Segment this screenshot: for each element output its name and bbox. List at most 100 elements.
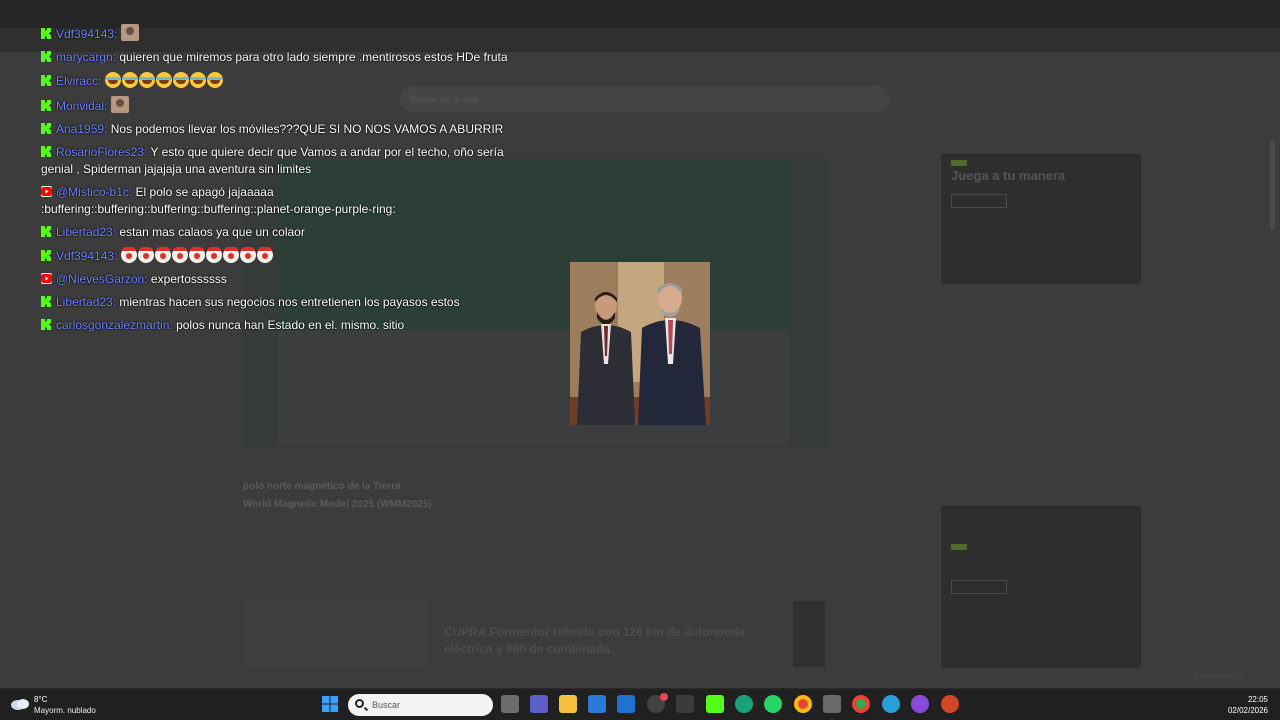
chat-message: marycargn: quieren que miremos para otro… <box>41 49 511 66</box>
chat-message: Monvidal: <box>41 96 511 115</box>
chat-text: mientras hacen sus negocios nos entretie… <box>119 295 460 309</box>
chat-message: Vdf394143: <box>41 24 511 43</box>
chat-username[interactable]: Ana1959: <box>56 122 107 136</box>
chat-username[interactable]: RosarioFlores23: <box>56 145 147 159</box>
promo-image[interactable] <box>245 601 428 667</box>
laughing-emoji-icon <box>206 72 223 88</box>
chat-username[interactable]: Libertad23: <box>56 225 116 239</box>
article-bold-term: polo norte magnético de la Tierra <box>243 481 401 492</box>
clown-emoji-icon <box>205 247 222 263</box>
microsoft-store-icon[interactable] <box>588 695 606 713</box>
page-scrollbar[interactable] <box>1270 140 1275 230</box>
kick-icon <box>41 100 51 111</box>
clown-emoji-icon <box>239 247 256 263</box>
weather-temperature: 8°C <box>34 695 48 704</box>
powerpoint-icon[interactable] <box>941 695 959 713</box>
ad-tag <box>951 160 967 166</box>
image-emote-icon <box>120 24 139 41</box>
chrome-profile-icon[interactable] <box>852 695 870 713</box>
chat-message: Vdf394143: <box>41 247 511 265</box>
clown-emoji-icon <box>120 247 137 263</box>
chat-message: RosarioFlores23: Y esto que quiere decir… <box>41 144 511 178</box>
edge-icon[interactable] <box>735 695 753 713</box>
chat-message: carlosgonzalezmartin: polos nunca han Es… <box>41 317 511 334</box>
ad-button[interactable] <box>951 194 1007 208</box>
laughing-emoji-icon <box>104 72 121 88</box>
chat-text: estan mas calaos ya que un colaor <box>119 225 305 239</box>
sidebar-ad[interactable]: Juega a tu manera <box>941 154 1141 284</box>
kick-icon <box>41 51 51 62</box>
chat-text: polos nunca han Estado en el. mismo. sit… <box>176 318 405 332</box>
chat-username[interactable]: carlosgonzalezmartin: <box>56 318 173 332</box>
whatsapp-icon[interactable] <box>764 695 782 713</box>
article-photo <box>570 262 710 425</box>
clown-emoji-icon <box>222 247 239 263</box>
notification-badge <box>660 693 668 701</box>
teams-icon[interactable] <box>530 695 548 713</box>
chat-overlay: Vdf394143: marycargn: quieren que miremo… <box>41 24 511 340</box>
chat-text: quieren que miremos para otro lado siemp… <box>119 50 508 64</box>
outlook-icon[interactable] <box>617 695 635 713</box>
app-icon[interactable] <box>823 695 841 713</box>
clown-emoji-icon <box>137 247 154 263</box>
telegram-icon[interactable] <box>882 695 900 713</box>
taskbar-search-label: Buscar <box>372 700 401 710</box>
chat-username[interactable]: @Mistico-b1c: <box>56 185 132 199</box>
chat-username[interactable]: Monvidal: <box>56 99 107 113</box>
chat-message: Libertad23: estan mas calaos ya que un c… <box>41 224 511 241</box>
kick-icon <box>41 146 51 157</box>
kick-icon <box>41 250 51 261</box>
chat-message: @NievesGarzon: expertossssss <box>41 271 511 288</box>
chat-text: Nos podemos llevar los móviles???QUE SI … <box>110 122 504 136</box>
image-emote-icon <box>110 96 129 113</box>
system-clock[interactable]: 22:05 02/02/2026 <box>1228 694 1268 716</box>
chrome-icon[interactable] <box>794 695 812 713</box>
chat-username[interactable]: Vdf394143: <box>56 249 117 263</box>
chat-message: @Mistico-b1c: El polo se apagó jajaaaaa … <box>41 184 511 218</box>
promo-next-button[interactable] <box>793 601 825 667</box>
clock-time: 22:05 <box>1247 695 1268 704</box>
clown-emoji-icon <box>256 247 273 263</box>
ad-tag <box>951 544 967 550</box>
weather-widget[interactable]: 8°C Mayorm. nublado <box>10 692 120 718</box>
youtube-icon <box>41 273 52 284</box>
ad-title: Juega a tu manera <box>951 168 1066 183</box>
ad-button[interactable] <box>951 580 1007 594</box>
chat-message: Ana1959: Nos podemos llevar los móviles?… <box>41 121 511 138</box>
chat-username[interactable]: Vdf394143: <box>56 27 117 41</box>
article-paragraph: polo norte magnético de la Tierra World … <box>243 478 813 513</box>
laughing-emoji-icon <box>138 72 155 88</box>
task-view-icon[interactable] <box>501 695 519 713</box>
weather-condition: Mayorm. nublado <box>34 706 96 715</box>
search-icon <box>355 699 364 708</box>
youtube-icon <box>41 186 52 197</box>
clown-emoji-icon <box>188 247 205 263</box>
chat-message: Elviracc: <box>41 72 511 90</box>
chat-message: Libertad23: mientras hacen sus negocios … <box>41 294 511 311</box>
app-icon[interactable] <box>676 695 694 713</box>
promo-text[interactable]: CUPRA Formentor Híbrido con 126 km de au… <box>444 624 784 658</box>
windows-start-icon[interactable] <box>321 695 339 713</box>
kick-icon <box>41 296 51 307</box>
file-explorer-icon[interactable] <box>559 695 577 713</box>
photo-person-left <box>577 292 635 425</box>
laughing-emoji-icon <box>155 72 172 88</box>
feedback-link[interactable]: Comentarios <box>1193 671 1244 681</box>
app-circle-icon[interactable] <box>911 695 929 713</box>
laughing-emoji-icon <box>172 72 189 88</box>
kick-icon <box>41 226 51 237</box>
taskbar-search[interactable]: Buscar <box>348 694 493 716</box>
chat-username[interactable]: Libertad23: <box>56 295 116 309</box>
chat-username[interactable]: @NievesGarzon: <box>56 272 148 286</box>
kick-icon <box>41 319 51 330</box>
clown-emoji-icon <box>154 247 171 263</box>
kick-app-icon[interactable] <box>706 695 724 713</box>
chat-username[interactable]: Elviracc: <box>56 74 101 88</box>
clock-date: 02/02/2026 <box>1227 706 1268 715</box>
sidebar-ad[interactable] <box>941 506 1141 668</box>
photo-person-right <box>638 283 706 425</box>
cloud-icon <box>11 699 29 710</box>
kick-icon <box>41 123 51 134</box>
kick-icon <box>41 28 51 39</box>
chat-username[interactable]: marycargn: <box>56 50 116 64</box>
